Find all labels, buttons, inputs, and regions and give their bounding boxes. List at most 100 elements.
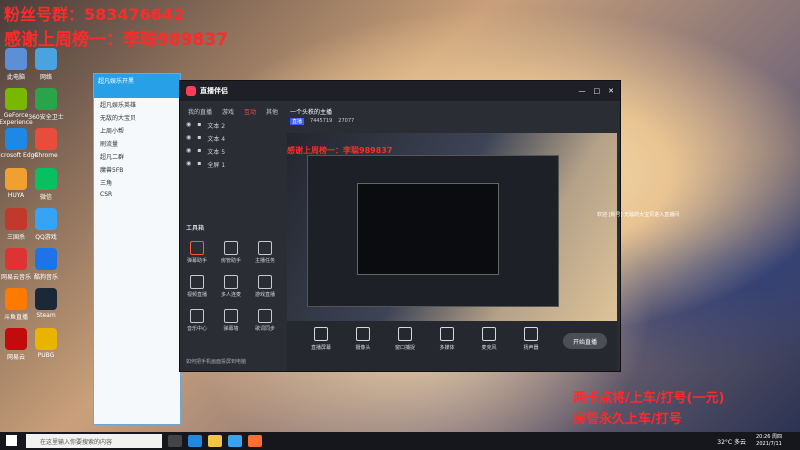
desktop-icon-16[interactable]: PUBG — [22, 328, 70, 359]
windows-start-icon[interactable] — [6, 435, 17, 446]
bottom-toolbar-item[interactable]: 多媒体 — [433, 327, 461, 351]
tool-label: 房管助手 — [220, 258, 241, 264]
room-title: 一个头秩的主播 — [290, 109, 333, 116]
qq-group-item[interactable]: CSR — [94, 189, 180, 200]
live-tab[interactable]: 其他 — [266, 107, 278, 116]
desktop-icon-label: Chrome — [34, 152, 58, 159]
live-tab[interactable]: 互动 — [244, 107, 256, 116]
bottom-toolbar-item[interactable]: 摄像头 — [349, 327, 377, 351]
tool-item[interactable]: 弹幕助手 — [186, 241, 208, 264]
desktop-icon-8[interactable]: 微信 — [22, 168, 70, 201]
qq-group-item[interactable]: 上周小帮 — [94, 124, 180, 137]
scene-label: 文本 2 — [207, 123, 226, 130]
tool-icon — [224, 275, 238, 289]
task-view-icon[interactable] — [168, 435, 182, 447]
tool-item[interactable]: 视频直播 — [186, 275, 208, 298]
tool-item[interactable]: 歌词同步 — [254, 309, 276, 332]
qq-taskbar-icon[interactable] — [228, 435, 242, 447]
lock-icon[interactable]: ▪ — [197, 121, 201, 130]
desktop-icon-12[interactable]: 酷狗音乐 — [22, 248, 70, 281]
tool-label: 音乐中心 — [186, 326, 207, 332]
stream-preview: 感谢上周榜一：李聪989837 — [287, 133, 617, 343]
tool-item[interactable]: 房管助手 — [220, 241, 242, 264]
lock-icon[interactable]: ▪ — [197, 134, 201, 143]
room-info: 直播 7445719 27077 — [290, 118, 354, 125]
lock-icon[interactable]: ▪ — [197, 147, 201, 156]
qq-group-item[interactable]: 无敌的大宝贝 — [94, 111, 180, 124]
qq-group-item[interactable]: 超凡二群 — [94, 150, 180, 163]
chrome-icon — [35, 128, 57, 150]
desktop-icon-10[interactable]: QQ游戏 — [22, 208, 70, 241]
clock-time: 20:26 周四 — [756, 434, 782, 440]
qq-group-item[interactable]: 刷流量 — [94, 137, 180, 150]
live-taskbar-icon[interactable] — [248, 435, 262, 447]
taskbar-search[interactable]: 在这里输入你要搜索的内容 — [26, 434, 162, 448]
tool-item[interactable]: 音乐中心 — [186, 309, 208, 332]
scene-label: 全屏 1 — [207, 162, 226, 169]
eye-icon[interactable]: ◉ — [186, 147, 191, 156]
tool-icon — [190, 275, 204, 289]
tool-item[interactable]: 弹幕墙 — [220, 309, 242, 332]
bottom-toolbar: 直播屏幕 摄像头 窗口捕捉 多媒体 麦克风 扬声器 开始直播 — [287, 321, 617, 371]
bottom-toolbar-label: 多媒体 — [439, 345, 455, 351]
desktop-icon-2[interactable]: 网络 — [22, 48, 70, 81]
bottom-toolbar-label: 直播屏幕 — [310, 345, 331, 351]
taskbar: 在这里输入你要搜索的内容 32°C 多云 20:26 周四 2021/7/11 — [0, 432, 800, 450]
eye-icon[interactable]: ◉ — [186, 134, 191, 143]
lock-icon[interactable]: ▪ — [197, 160, 201, 169]
qq-group-item[interactable]: 魔兽5FB — [94, 163, 180, 176]
desktop-icon-6[interactable]: Chrome — [22, 128, 70, 159]
tool-label: 视频直播 — [186, 292, 207, 298]
scene-item[interactable]: ◉ ▪ 文本 4 — [186, 134, 225, 143]
close-icon[interactable]: ✕ — [608, 87, 614, 95]
tool-icon — [258, 309, 272, 323]
eye-icon[interactable]: ◉ — [186, 160, 191, 169]
eye-icon[interactable]: ◉ — [186, 121, 191, 130]
qq-group-item[interactable]: 三角 — [94, 176, 180, 189]
projection-notice[interactable]: 如何把手机画面投屏到电脑 — [186, 358, 246, 365]
minimize-icon[interactable]: — — [579, 87, 586, 95]
service-overlay-1: 两卡点将/上车/打号(一元) — [573, 391, 725, 406]
scene-item[interactable]: ◉ ▪ 全屏 1 — [186, 160, 225, 169]
bottom-toolbar-icon — [398, 327, 412, 341]
shield-icon — [35, 88, 57, 110]
tool-item[interactable]: 游戏直播 — [254, 275, 276, 298]
desktop-icon-label: Steam — [36, 312, 56, 319]
qq-group-item[interactable]: 超凡娱乐英雄 — [94, 98, 180, 111]
bottom-toolbar-item[interactable]: 扬声器 — [517, 327, 545, 351]
qq-icon — [35, 208, 57, 230]
room-number: 7445719 — [310, 118, 333, 124]
bottom-toolbar-label: 摄像头 — [355, 345, 371, 351]
tool-icon — [224, 309, 238, 323]
live-tab[interactable]: 我的直播 — [188, 107, 212, 116]
scene-item[interactable]: ◉ ▪ 文本 2 — [186, 121, 225, 130]
preview-overlay: 感谢上周榜一：李聪989837 — [287, 146, 393, 155]
tool-label: 弹幕助手 — [186, 258, 207, 264]
tool-item[interactable]: 多人连麦 — [220, 275, 242, 298]
tool-label: 主播任务 — [254, 258, 275, 264]
bottom-toolbar-icon — [356, 327, 370, 341]
desktop-icon-label: PUBG — [37, 352, 55, 359]
bottom-toolbar-label: 麦克风 — [481, 345, 497, 351]
scene-label: 文本 4 — [207, 136, 226, 143]
bottom-toolbar-item[interactable]: 麦克风 — [475, 327, 503, 351]
bottom-toolbar-item[interactable]: 窗口捕捉 — [391, 327, 419, 351]
room-badge: 直播 — [290, 118, 305, 125]
scene-item[interactable]: ◉ ▪ 文本 5 — [186, 147, 225, 156]
explorer-taskbar-icon[interactable] — [208, 435, 222, 447]
desktop-icon-14[interactable]: Steam — [22, 288, 70, 319]
start-live-button[interactable]: 开始直播 — [563, 333, 607, 349]
live-companion-window: 直播伴侣 — □ ✕ 我的直播 游戏 互动 其他 一个头秩的主播 直播 7445719… — [179, 80, 621, 372]
app-logo-icon — [186, 86, 196, 96]
tool-icon — [224, 241, 238, 255]
scene-label: 文本 5 — [207, 149, 226, 156]
maximize-icon[interactable]: □ — [594, 87, 601, 95]
tool-item[interactable]: 主播任务 — [254, 241, 276, 264]
service-overlay-2: 房管永久上车/打号 — [573, 412, 682, 427]
qq-window-header: 超凡娱乐开黑 — [94, 74, 180, 98]
edge-taskbar-icon[interactable] — [188, 435, 202, 447]
live-tab[interactable]: 游戏 — [222, 107, 234, 116]
bottom-toolbar-item[interactable]: 直播屏幕 — [307, 327, 335, 351]
desktop-icon-4[interactable]: 360安全卫士 — [22, 88, 70, 121]
clock-date: 2021/7/11 — [756, 441, 782, 447]
